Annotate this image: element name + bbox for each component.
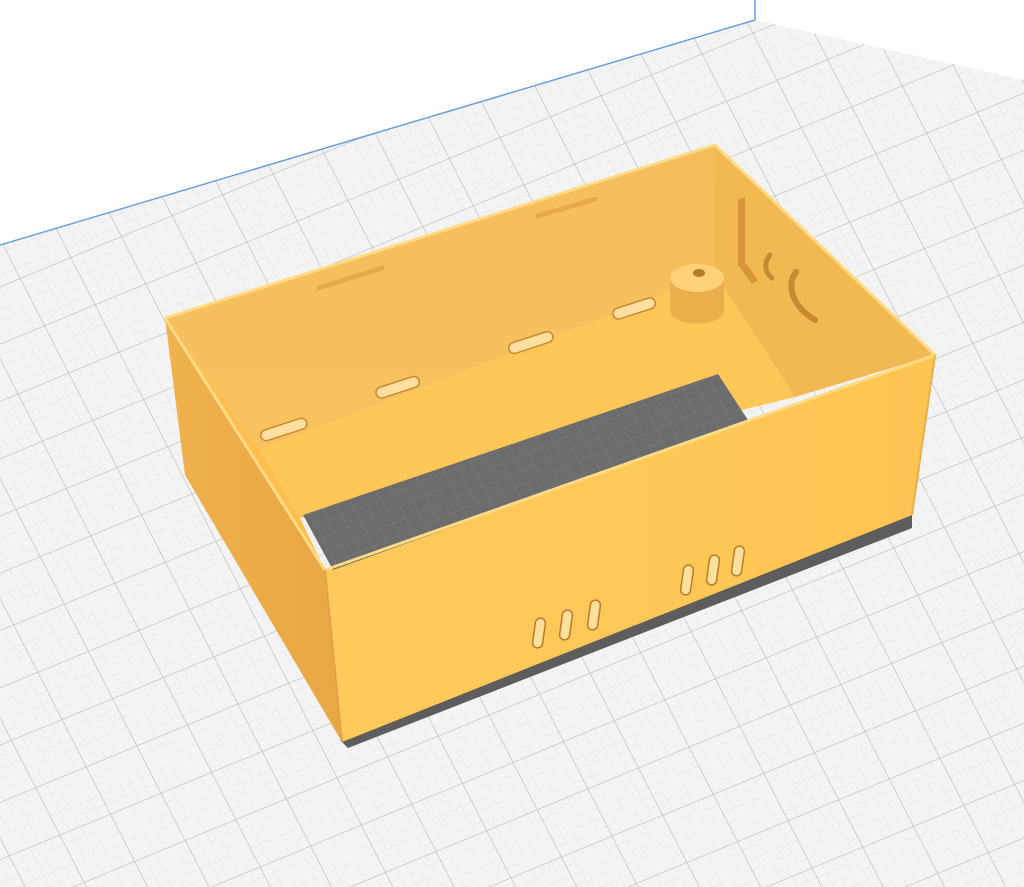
3d-viewport[interactable]: [0, 0, 1024, 887]
standoff-post: [670, 264, 724, 324]
scene-canvas[interactable]: [0, 0, 1024, 887]
